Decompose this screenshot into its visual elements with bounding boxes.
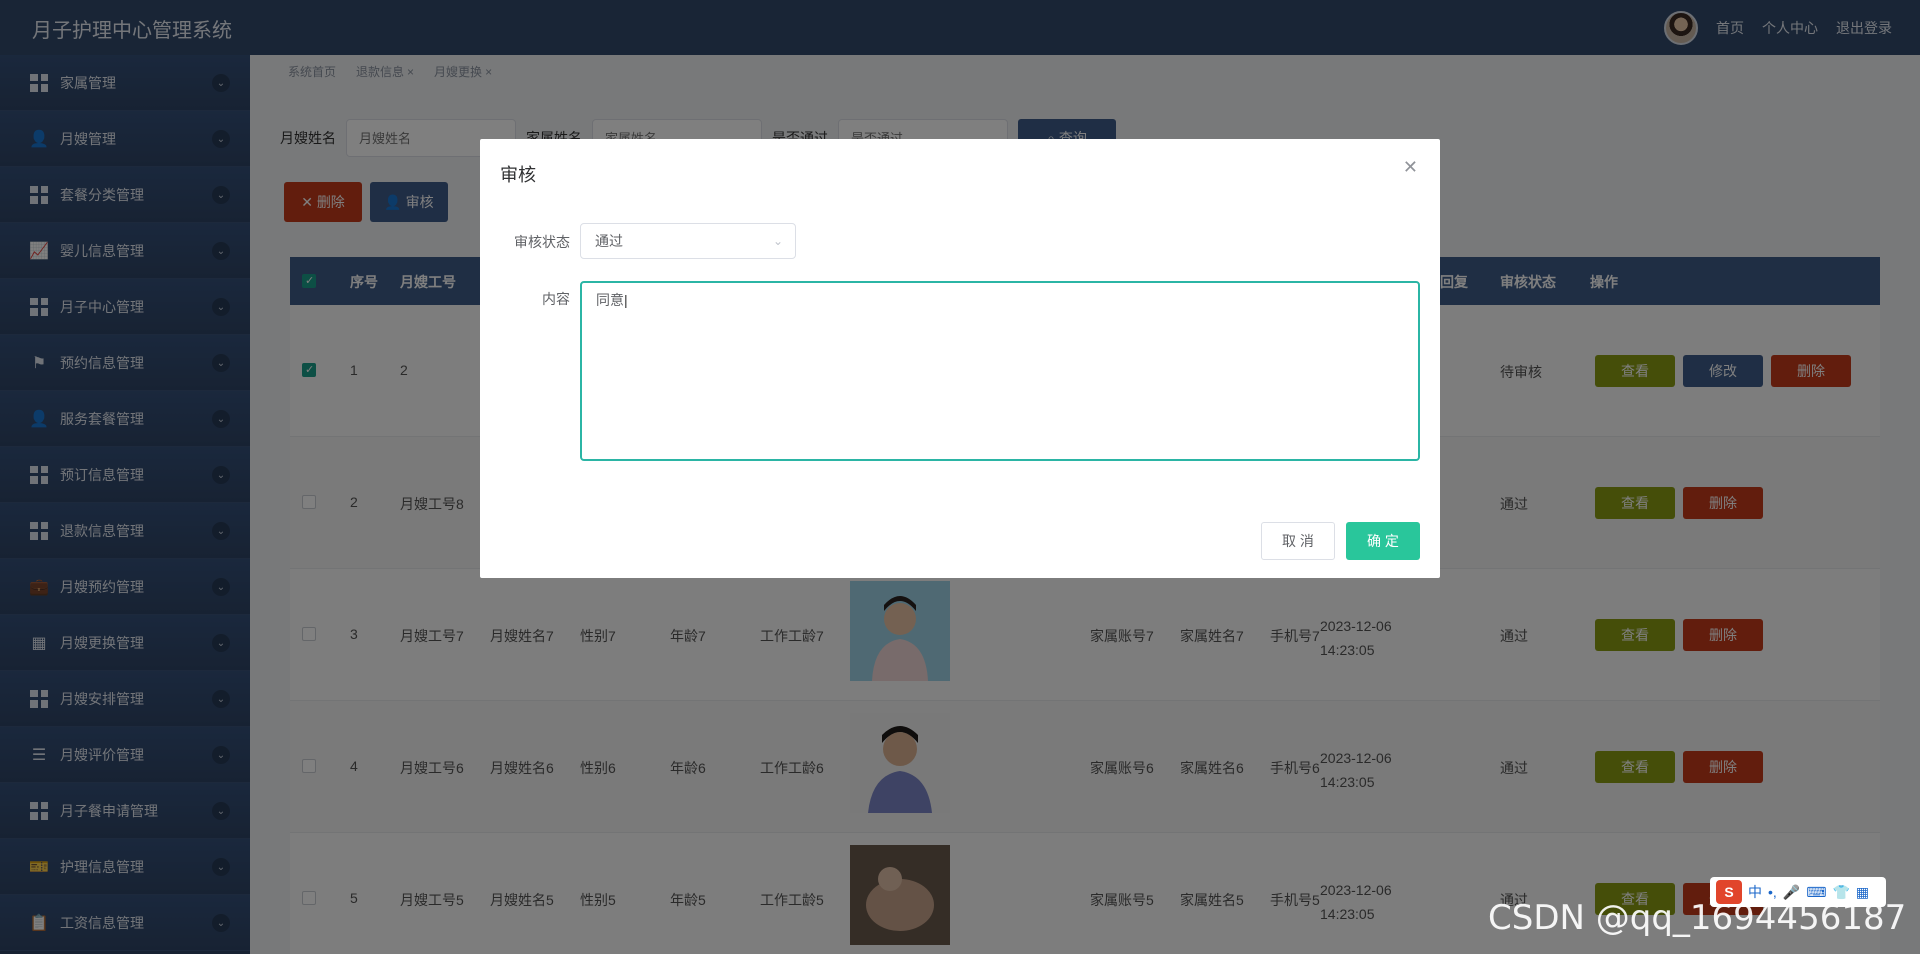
cancel-button[interactable]: 取 消 (1261, 522, 1335, 560)
status-select[interactable]: 通过 ⌄ (580, 223, 796, 259)
content-textarea[interactable]: 同意| (580, 281, 1420, 461)
dialog-title: 审核 (500, 165, 536, 185)
text-cursor: | (624, 292, 628, 308)
content-value: 同意 (596, 292, 624, 308)
status-value: 通过 (595, 233, 623, 249)
status-label: 审核状态 (514, 234, 570, 250)
content-label: 内容 (542, 291, 570, 307)
confirm-button[interactable]: 确 定 (1346, 522, 1420, 560)
watermark: CSDN @qq_1694456187 (1488, 898, 1907, 938)
audit-dialog: 审核 ✕ 审核状态 通过 ⌄ 内容 同意| 取 消 确 定 (480, 139, 1440, 578)
chevron-down-icon: ⌄ (772, 234, 783, 248)
close-icon[interactable]: ✕ (1403, 157, 1418, 178)
